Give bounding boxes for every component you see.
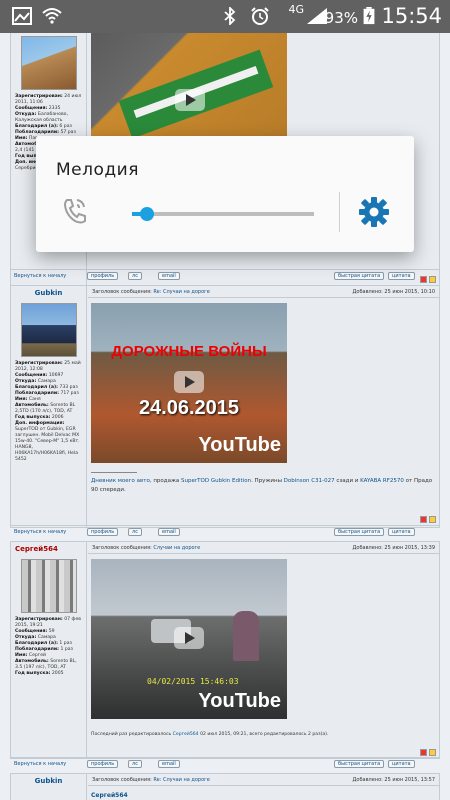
kayaba-link[interactable]: KAYABA RF2570 <box>360 478 404 484</box>
video-title: ДОРОЖНЫЕ ВОЙНЫ <box>111 343 267 360</box>
battery-charging-icon <box>363 7 375 25</box>
youtube-logo: YouTube <box>198 434 281 456</box>
user-info: Зарегистрирован: 07 фев 2015, 19:21 Сооб… <box>15 617 81 676</box>
post-author[interactable]: Gubkin <box>11 777 86 785</box>
post-author-column: Gubkin <box>11 774 87 800</box>
post-subject-link[interactable]: Случаи на дороге <box>153 545 200 551</box>
post-author[interactable]: Gubkin <box>11 289 86 297</box>
video-embed[interactable]: 04/02/2015 15:46:03 YouTube <box>91 559 287 719</box>
profile-button[interactable]: профиль <box>87 528 119 536</box>
back-to-top-link[interactable]: Вернуться к началу <box>14 273 66 279</box>
quick-quote-button[interactable]: быстрая цитата <box>334 272 385 280</box>
post-footer: Вернуться к началу профиль лс email быст… <box>10 525 440 537</box>
post-date: Добавлено: 25 июн 2015, 10:10 <box>352 289 435 295</box>
youtube-logo: YouTube <box>198 690 281 712</box>
profile-button[interactable]: профиль <box>87 272 119 280</box>
supertod-link[interactable]: SuperTOD Gubkin Edition <box>181 478 251 484</box>
email-button[interactable]: email <box>158 528 180 536</box>
post-author[interactable]: Сергей564 <box>11 545 86 553</box>
video-date: 24.06.2015 <box>138 397 240 419</box>
pm-button[interactable]: лс <box>128 528 142 536</box>
volume-thumb[interactable] <box>139 207 154 221</box>
post-header: Заголовок сообщения: Re: Случаи на дорог… <box>88 286 439 298</box>
warn-icon[interactable] <box>429 749 436 756</box>
post-footer: Вернуться к началу профиль лс email быст… <box>10 757 440 769</box>
dialog-title: Мелодия <box>56 160 139 180</box>
report-icon[interactable] <box>420 749 427 756</box>
video-embed[interactable]: ДОРОЖНЫЕ ВОЙНЫ 24.06.2015 YouTube <box>91 303 287 463</box>
post-header: Заголовок сообщения: Re: Случаи на дорог… <box>88 774 439 786</box>
video-timestamp: 04/02/2015 15:46:03 <box>147 677 239 686</box>
ringtone-phone-icon[interactable] <box>61 196 89 226</box>
avatar[interactable] <box>20 559 77 613</box>
diary-link[interactable]: Дневник моего авто <box>91 478 150 484</box>
play-icon[interactable] <box>175 89 205 111</box>
play-icon[interactable] <box>174 371 204 393</box>
forum-post: Gubkin Заголовок сообщения: Re: Случаи н… <box>10 773 440 800</box>
editor-link[interactable]: Сергей564 <box>173 732 199 737</box>
quote-button[interactable]: цитата <box>388 760 415 768</box>
post-body: Заголовок сообщения: Случаи на дороге До… <box>88 542 439 758</box>
forum-post: Gubkin Зарегистрирован: 25 май 2012, 12:… <box>10 285 440 528</box>
report-icon[interactable] <box>420 516 427 523</box>
signature: Дневник моего авто, продажа SuperTOD Gub… <box>91 478 433 493</box>
dialog-divider <box>339 192 340 232</box>
warn-icon[interactable] <box>429 516 436 523</box>
quick-quote-button[interactable]: быстрая цитата <box>334 760 385 768</box>
status-bar: 4G 93% 15:54 <box>0 0 450 33</box>
volume-dialog: Мелодия <box>36 136 414 252</box>
gallery-icon <box>12 7 32 25</box>
post-date: Добавлено: 25 июн 2015, 13:57 <box>352 777 435 783</box>
clock: 15:54 <box>381 4 442 28</box>
post-body: Заголовок сообщения: Re: Случаи на дорог… <box>88 774 439 800</box>
network-type: 4G <box>288 3 304 16</box>
post-subject-link[interactable]: Re: Случаи на дороге <box>153 777 209 783</box>
quote-author: Сергей564 <box>91 792 128 799</box>
email-button[interactable]: email <box>158 272 180 280</box>
user-info: Зарегистрирован: 25 май 2012, 12:08 Сооб… <box>15 361 81 462</box>
post-author-column: Сергей564 Зарегистрирован: 07 фев 2015, … <box>11 542 87 758</box>
battery-percent: 93% <box>324 9 358 27</box>
post-subject-link[interactable]: Re: Случаи на дороге <box>153 289 209 295</box>
back-to-top-link[interactable]: Вернуться к началу <box>14 761 66 767</box>
signature-divider <box>91 472 137 473</box>
forum-post: Сергей564 Зарегистрирован: 07 фев 2015, … <box>10 541 440 759</box>
play-icon[interactable] <box>174 627 204 649</box>
back-to-top-link[interactable]: Вернуться к началу <box>14 529 66 535</box>
profile-button[interactable]: профиль <box>87 760 119 768</box>
bluetooth-icon <box>224 7 236 25</box>
quote-button[interactable]: цитата <box>388 528 415 536</box>
email-button[interactable]: email <box>158 760 180 768</box>
avatar[interactable] <box>20 36 77 90</box>
post-author-column: Gubkin Зарегистрирован: 25 май 2012, 12:… <box>11 286 87 527</box>
quote-button[interactable]: цитата <box>388 272 415 280</box>
volume-slider[interactable] <box>132 207 314 221</box>
avatar[interactable] <box>20 303 77 357</box>
pm-button[interactable]: лс <box>128 272 142 280</box>
pm-button[interactable]: лс <box>128 760 142 768</box>
post-date: Добавлено: 25 июн 2015, 13:39 <box>352 545 435 551</box>
dobinson-link[interactable]: Dobinson C31-027 <box>284 478 335 484</box>
post-footer: Вернуться к началу профиль лс email быст… <box>10 269 440 281</box>
post-body: Заголовок сообщения: Re: Случаи на дорог… <box>88 286 439 527</box>
wifi-icon <box>42 8 62 24</box>
quick-quote-button[interactable]: быстрая цитата <box>334 528 385 536</box>
edit-note: Последний раз редактировалось Сергей564 … <box>91 732 329 737</box>
post-header: Заголовок сообщения: Случаи на дороге До… <box>88 542 439 554</box>
settings-gear-icon[interactable] <box>358 196 390 228</box>
alarm-icon <box>251 7 269 25</box>
